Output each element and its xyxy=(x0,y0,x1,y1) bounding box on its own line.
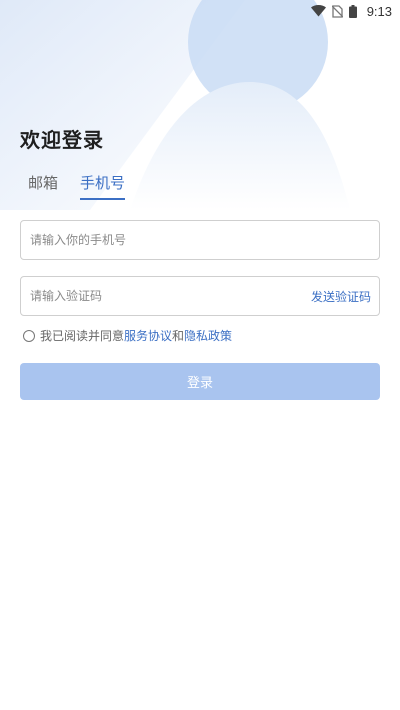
login-button[interactable]: 登录 xyxy=(20,363,380,400)
service-agreement-link[interactable]: 服务协议 xyxy=(124,327,172,344)
phone-input[interactable] xyxy=(21,221,379,259)
status-bar: 9:13 xyxy=(0,0,400,22)
tab-phone[interactable]: 手机号 xyxy=(80,172,126,200)
agreement-radio[interactable] xyxy=(23,329,35,342)
privacy-policy-link[interactable]: 隐私政策 xyxy=(184,327,232,344)
agreement-row: 我已阅读并同意 服务协议 和 隐私政策 xyxy=(23,327,232,344)
tab-email[interactable]: 邮箱 xyxy=(28,172,58,200)
no-sim-icon xyxy=(331,4,343,18)
agreement-prefix: 我已阅读并同意 xyxy=(40,329,125,343)
phone-field xyxy=(20,220,380,260)
battery-icon xyxy=(348,4,357,18)
code-input[interactable] xyxy=(21,277,311,315)
page-title: 欢迎登录 xyxy=(20,128,104,152)
agreement-conjunction: 和 xyxy=(172,329,185,343)
status-time: 9:13 xyxy=(366,3,392,19)
wifi-icon xyxy=(310,5,326,17)
code-field: 发送验证码 xyxy=(20,276,380,316)
send-code-button[interactable]: 发送验证码 xyxy=(311,288,379,305)
login-method-tabs: 邮箱 手机号 xyxy=(28,172,126,200)
